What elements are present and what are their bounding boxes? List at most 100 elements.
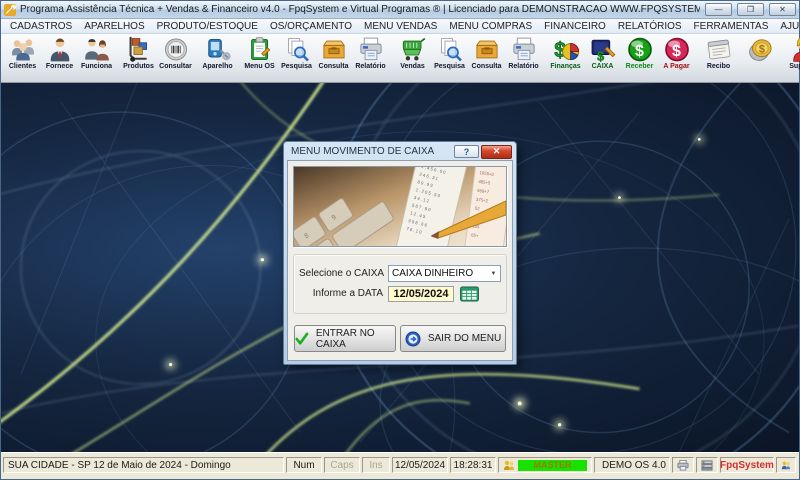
restore-button[interactable]: ❐ bbox=[737, 3, 764, 16]
menu-item-ferramentas[interactable]: FERRAMENTAS bbox=[688, 21, 775, 32]
pesquisa-icon bbox=[436, 36, 464, 63]
status-location: SUA CIDADE - SP 12 de Maio de 2024 - Dom… bbox=[3, 457, 284, 473]
toolbar-button-label: Consulta bbox=[471, 63, 502, 70]
dialog-help-button[interactable]: ? bbox=[454, 145, 479, 158]
consulta-icon bbox=[473, 36, 501, 63]
toolbar-button-pesquisa[interactable]: Pesquisa bbox=[431, 35, 468, 82]
check-icon bbox=[295, 332, 309, 345]
receber-icon: $ bbox=[626, 36, 654, 63]
menu-item-ajuda[interactable]: AJUDA bbox=[774, 21, 800, 32]
menu-os-icon bbox=[246, 36, 274, 63]
close-button[interactable]: ✕ bbox=[769, 3, 796, 16]
caixa-icon: $ bbox=[589, 36, 617, 63]
server-icon bbox=[701, 459, 713, 471]
aparelho-icon bbox=[204, 36, 232, 63]
toolbar-button-pesquisa[interactable]: Pesquisa bbox=[278, 35, 315, 82]
title-bar: Programa Assistência Técnica + Vendas & … bbox=[1, 1, 799, 19]
dialog-buttons: ENTRAR NO CAIXA SAIR DO MENU bbox=[294, 325, 506, 352]
toolbar-button-caixa[interactable]: $ CAIXA bbox=[584, 35, 621, 82]
toolbar-group: Suporte bbox=[784, 35, 800, 82]
menu-item-financeiro[interactable]: FINANCEIRO bbox=[538, 21, 612, 32]
toolbar-group: Aparelho bbox=[199, 35, 236, 82]
toolbar-button-aparelho[interactable]: Aparelho bbox=[199, 35, 236, 82]
caixa-dialog: MENU MOVIMENTO DE CAIXA ? ✕ 8 9 1 , 4 5 … bbox=[283, 141, 517, 365]
app-logo-icon bbox=[4, 3, 16, 16]
menu-item-menu-compras[interactable]: MENU COMPRAS bbox=[443, 21, 538, 32]
svg-text:$: $ bbox=[634, 42, 643, 60]
toolbar-button-menu-os[interactable]: Menu OS bbox=[241, 35, 278, 82]
enter-caixa-button[interactable]: ENTRAR NO CAIXA bbox=[294, 325, 396, 352]
toolbar-group: Produtos Consultar bbox=[120, 35, 194, 82]
toolbar-group: Clientes Fornece Funciona bbox=[4, 35, 115, 82]
caixa-form-group: Selecione o CAIXA CAIXA DINHEIRO ▼ Infor… bbox=[293, 254, 507, 314]
combo-label: Selecione o CAIXA bbox=[299, 268, 385, 279]
status-user-panel: MASTER bbox=[498, 457, 592, 473]
toolbar-button-label: Menu OS bbox=[244, 63, 275, 70]
toolbar-button-label: Consultar bbox=[159, 63, 192, 70]
arrow-circle-icon bbox=[405, 331, 421, 346]
date-label: Informe a DATA bbox=[312, 288, 383, 299]
toolbar-button-suporte[interactable]: Suporte bbox=[784, 35, 800, 82]
dialog-close-button[interactable]: ✕ bbox=[481, 144, 512, 159]
caixa-select-value: CAIXA DINHEIRO bbox=[392, 268, 474, 279]
toolbar-group: Menu OS Pesquisa Consulta Relatório bbox=[241, 35, 389, 82]
consultar-icon bbox=[162, 36, 190, 63]
toolbar-button-funciona[interactable]: Funciona bbox=[78, 35, 115, 82]
svg-text:$: $ bbox=[671, 42, 680, 60]
toolbar-button-label: Relatório bbox=[508, 63, 539, 70]
recibo-icon bbox=[705, 36, 733, 63]
status-bar: SUA CIDADE - SP 12 de Maio de 2024 - Dom… bbox=[1, 452, 799, 479]
toolbar-button-label: Vendas bbox=[400, 63, 425, 70]
toolbar-button-receber[interactable]: $ Receber bbox=[621, 35, 658, 82]
menu-item-os-or-amento[interactable]: OS/ORÇAMENTO bbox=[264, 21, 358, 32]
toolbar-button-clientes[interactable]: Clientes bbox=[4, 35, 41, 82]
vendas-icon bbox=[399, 36, 427, 63]
toolbar-button-a-pagar[interactable]: $ A Pagar bbox=[658, 35, 695, 82]
toolbar-button-label: Funciona bbox=[80, 63, 113, 70]
menu-item-aparelhos[interactable]: APARELHOS bbox=[78, 21, 150, 32]
toolbar-button-label: A Pagar bbox=[663, 63, 690, 70]
toolbar-button-moeda[interactable]: $ bbox=[742, 35, 779, 82]
toolbar-group: Recibo bbox=[700, 35, 737, 82]
produtos-icon bbox=[125, 36, 153, 63]
status-user-badge: MASTER bbox=[518, 459, 587, 471]
menu-item-cadastros[interactable]: CADASTROS bbox=[4, 21, 78, 32]
menu-item-menu-vendas[interactable]: MENU VENDAS bbox=[358, 21, 443, 32]
toolbar-group: Vendas Pesquisa Consulta Relatório bbox=[394, 35, 542, 82]
toolbar-button-vendas[interactable]: Vendas bbox=[394, 35, 431, 82]
clientes-icon bbox=[9, 36, 37, 63]
dialog-title: MENU MOVIMENTO DE CAIXA bbox=[291, 146, 435, 157]
toolbar-button-consulta[interactable]: Consulta bbox=[468, 35, 505, 82]
caixa-select[interactable]: CAIXA DINHEIRO ▼ bbox=[388, 265, 501, 282]
menu-item-relat-rios[interactable]: RELATÓRIOS bbox=[612, 21, 688, 32]
app-window: Programa Assistência Técnica + Vendas & … bbox=[0, 0, 800, 480]
toolbar-button-label: CAIXA bbox=[591, 63, 614, 70]
toolbar-button-label: Clientes bbox=[8, 63, 37, 70]
exit-menu-button[interactable]: SAIR DO MENU bbox=[400, 325, 506, 352]
status-server-panel bbox=[696, 457, 718, 473]
window-title: Programa Assistência Técnica + Vendas & … bbox=[20, 4, 700, 15]
chevron-down-icon[interactable]: ▼ bbox=[487, 266, 500, 281]
toolbar-button-label: Pesquisa bbox=[434, 63, 465, 70]
toolbar-button-label: Suporte bbox=[789, 63, 800, 70]
toolbar-button-finan-as[interactable]: $ Finanças bbox=[547, 35, 584, 82]
menu-item-produto-estoque[interactable]: PRODUTO/ESTOQUE bbox=[151, 21, 264, 32]
toolbar-group: $ bbox=[742, 35, 779, 82]
toolbar-button-label: Fornece bbox=[45, 63, 74, 70]
toolbar-button-consultar[interactable]: Consultar bbox=[157, 35, 194, 82]
toolbar-button-recibo[interactable]: Recibo bbox=[700, 35, 737, 82]
toolbar-button-label: Receber bbox=[625, 63, 654, 70]
date-field[interactable]: 12/05/2024 bbox=[388, 285, 454, 302]
toolbar-button-relat-rio[interactable]: Relatório bbox=[352, 35, 389, 82]
status-date: 12/05/2024 bbox=[392, 457, 448, 473]
minimize-button[interactable]: — bbox=[705, 3, 732, 16]
status-version-panel: DEMO OS 4.0 bbox=[594, 457, 670, 473]
status-ins: Ins bbox=[362, 457, 390, 473]
calendar-button[interactable] bbox=[459, 285, 479, 302]
toolbar-button-produtos[interactable]: Produtos bbox=[120, 35, 157, 82]
toolbar-button-relat-rio[interactable]: Relatório bbox=[505, 35, 542, 82]
toolbar-group: $ Finanças $ CAIXA $ Receber $ A Pagar bbox=[547, 35, 695, 82]
toolbar-button-fornece[interactable]: Fornece bbox=[41, 35, 78, 82]
pesquisa-icon bbox=[283, 36, 311, 63]
toolbar-button-consulta[interactable]: Consulta bbox=[315, 35, 352, 82]
